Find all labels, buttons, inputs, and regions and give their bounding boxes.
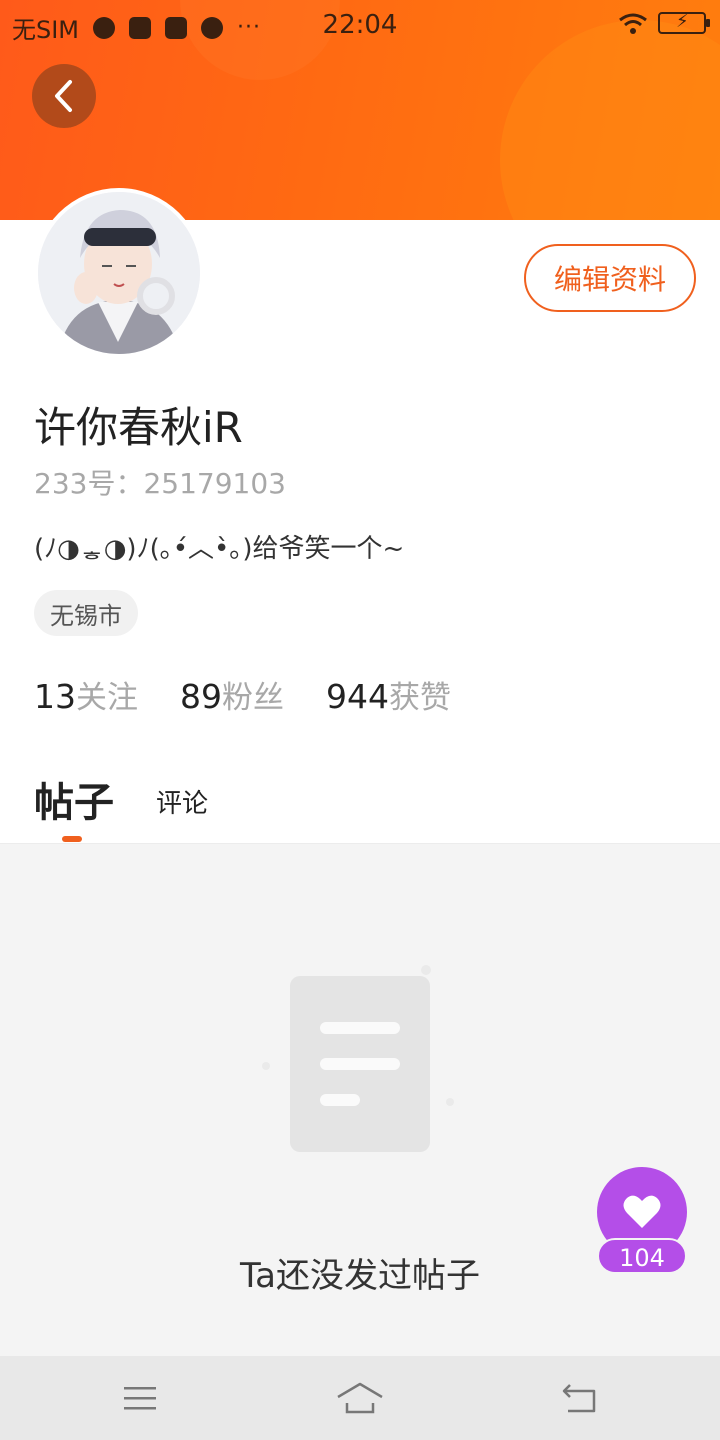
back-nav-button[interactable] xyxy=(550,1376,610,1420)
home-button[interactable] xyxy=(330,1376,390,1420)
menu-icon xyxy=(124,1387,156,1410)
status-bar: 无SIM ··· 22:04 ⚡ xyxy=(0,0,720,52)
stat-likes[interactable]: 944获赞 xyxy=(326,672,451,717)
back-nav-icon xyxy=(562,1384,596,1413)
tab-comments[interactable]: 评论 xyxy=(156,783,208,828)
clock: 22:04 xyxy=(322,10,398,40)
home-icon xyxy=(337,1382,383,1414)
empty-document-icon xyxy=(258,956,468,1160)
edit-profile-button[interactable]: 编辑资料 xyxy=(524,244,696,312)
stat-label: 粉丝 xyxy=(222,680,284,716)
stat-followers[interactable]: 89粉丝 xyxy=(180,672,284,717)
heart-icon xyxy=(623,1195,661,1228)
like-fab[interactable]: 104 xyxy=(597,1167,687,1275)
tab-posts[interactable]: 帖子 xyxy=(34,770,114,842)
posts-content: Ta还没发过帖子 104 xyxy=(0,843,720,1356)
bio: (ﾉ◑ᇂ◑)ﾉ(｡•́︿•̀｡)给爷笑一个~ xyxy=(34,534,405,564)
stat-value: 89 xyxy=(180,677,222,716)
avatar[interactable] xyxy=(34,188,204,358)
tab-label: 帖子 xyxy=(34,780,114,826)
stat-label: 关注 xyxy=(76,680,138,716)
wifi-icon xyxy=(619,13,647,34)
stats-row: 13关注 89粉丝 944获赞 xyxy=(34,672,451,717)
system-nav-bar xyxy=(0,1356,720,1440)
user-id: 233号：25179103 xyxy=(34,467,286,500)
chevron-left-icon xyxy=(55,80,72,112)
username: 许你春秋iR xyxy=(34,403,243,452)
stat-value: 13 xyxy=(34,677,76,716)
back-button[interactable] xyxy=(32,64,96,128)
stat-following[interactable]: 13关注 xyxy=(34,672,138,717)
avatar-illustration xyxy=(38,192,200,354)
active-tab-indicator xyxy=(62,836,82,842)
tab-bar: 帖子 评论 xyxy=(34,770,208,842)
battery-icon: ⚡ xyxy=(658,11,710,34)
menu-button[interactable] xyxy=(110,1376,170,1420)
location-tag: 无锡市 xyxy=(34,590,138,636)
stat-value: 944 xyxy=(326,677,389,716)
like-count: 104 xyxy=(597,1238,687,1274)
stat-label: 获赞 xyxy=(389,680,451,716)
